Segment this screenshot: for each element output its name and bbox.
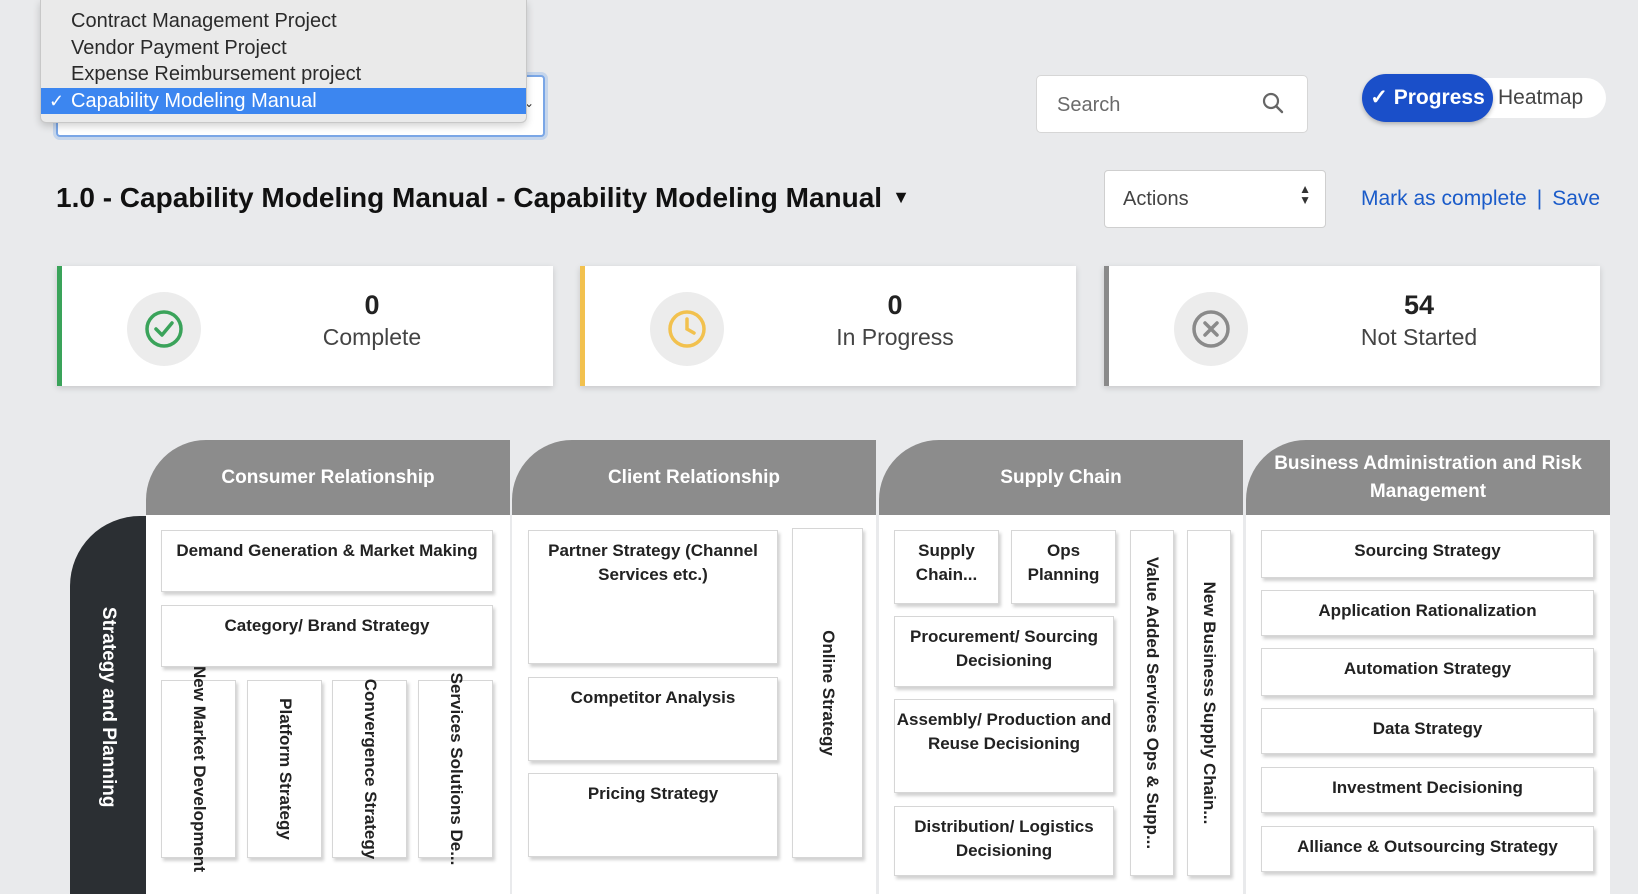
heatmap-toggle-button[interactable]: Heatmap [1498,78,1583,118]
stat-card-not-started: 54 Not Started [1104,266,1600,386]
capability-box-label: New Market Development [189,666,209,872]
dropdown-option[interactable]: Expense Reimbursement project [41,61,526,87]
capability-box-label: Convergence Strategy [360,678,380,860]
row-header-label: Strategy and Planning [98,606,119,808]
actions-select[interactable]: Actions ▲ ▼ [1104,170,1326,228]
stat-label: Not Started [1360,324,1478,350]
caret-down-icon[interactable]: ▼ [892,187,910,208]
column-header-consumer-relationship: Consumer Relationship [146,440,510,515]
capability-box[interactable]: Category/ Brand Strategy [161,605,493,667]
capability-box-vertical[interactable]: Online Strategy [792,528,863,858]
capability-box-vertical[interactable]: Convergence Strategy [332,678,407,860]
capability-box[interactable]: Sourcing Strategy [1261,530,1594,578]
capability-box[interactable]: Automation Strategy [1261,648,1594,696]
save-link[interactable]: Save [1552,187,1600,210]
progress-toggle-button[interactable]: ✓ Progress [1362,74,1493,122]
capability-box[interactable]: Demand Generation & Market Making [161,530,493,592]
column-header-label: Business Administration and Risk Managem… [1274,452,1582,502]
capability-box-label: Online Strategy [818,630,838,756]
capability-box[interactable]: Procurement/ Sourcing Decisioning [894,616,1114,687]
capability-box-label: Services Solutions De... [446,672,466,866]
capability-box-vertical[interactable]: New Market Development [161,666,236,872]
clock-icon [650,292,724,366]
stat-value: 54 [1403,290,1435,320]
capability-box-vertical[interactable]: Services Solutions De... [418,673,493,865]
capability-box-label: Value Added Services Ops & Supp... [1143,556,1162,850]
column-header-label: Consumer Relationship [221,466,435,488]
capability-box[interactable]: Ops Planning [1011,530,1116,604]
link-separator: | [1536,187,1543,210]
search-input[interactable] [1055,90,1259,120]
capability-box[interactable]: Partner Strategy (Channel Services etc.) [528,530,778,664]
capability-box[interactable]: Investment Decisioning [1261,767,1594,813]
search-box[interactable] [1036,75,1308,133]
dropdown-option-label: Capability Modeling Manual [71,90,317,112]
capability-box[interactable]: Data Strategy [1261,708,1594,754]
action-links: Mark as complete | Save [1361,187,1600,211]
column-header-label: Supply Chain [1000,466,1122,488]
stat-label: Complete [322,324,422,350]
capability-box-label: New Business Supply Chain... [1200,581,1219,825]
view-toggle[interactable]: ✓ Progress Heatmap [1362,74,1606,122]
progress-label: Progress [1393,86,1485,109]
page-title-text: 1.0 - Capability Modeling Manual - Capab… [56,182,883,213]
column-header-business-admin: Business Administration and Risk Managem… [1246,440,1610,515]
check-icon: ✓ [49,91,65,111]
capability-box[interactable]: Competitor Analysis [528,677,778,761]
column-header-label: Client Relationship [607,466,781,488]
capability-box[interactable]: Alliance & Outsourcing Strategy [1261,826,1594,872]
status-bar [57,266,62,386]
check-circle-icon [127,292,201,366]
actions-label: Actions [1123,188,1189,210]
sort-arrows-icon: ▲ ▼ [1299,182,1311,207]
mark-complete-link[interactable]: Mark as complete [1361,187,1527,210]
x-circle-icon [1174,292,1248,366]
capability-box-vertical[interactable]: Platform Strategy [247,680,322,858]
dropdown-option-selected[interactable]: ✓ Capability Modeling Manual [41,88,526,114]
capability-box-vertical[interactable]: New Business Supply Chain... [1187,530,1231,876]
status-bar [580,266,585,386]
capability-box-label: Platform Strategy [275,698,295,840]
capability-box[interactable]: Supply Chain... [894,530,999,604]
status-bar [1104,266,1109,386]
capability-box-vertical[interactable]: Value Added Services Ops & Supp... [1130,530,1174,876]
dropdown-option[interactable]: Vendor Payment Project [41,35,526,61]
capability-box[interactable]: Pricing Strategy [528,773,778,857]
project-dropdown-menu: Contract Management Project Vendor Payme… [40,0,527,123]
dropdown-option[interactable]: Contract Management Project [41,8,526,34]
capability-box[interactable]: Distribution/ Logistics Decisioning [894,806,1114,876]
check-icon: ✓ [1370,86,1388,109]
capability-box[interactable]: Application Rationalization [1261,590,1594,636]
stat-value: 0 [364,290,380,320]
stat-card-in-progress: 0 In Progress [580,266,1076,386]
stat-value: 0 [887,290,903,320]
search-icon[interactable] [1261,91,1285,115]
stat-label: In Progress [836,324,954,350]
stat-card-complete: 0 Complete [57,266,553,386]
capability-box[interactable]: Assembly/ Production and Reuse Decisioni… [894,699,1114,793]
row-header-strategy-planning: Strategy and Planning [70,516,146,894]
column-header-supply-chain: Supply Chain [879,440,1243,515]
page-title[interactable]: 1.0 - Capability Modeling Manual - Capab… [56,182,910,214]
column-header-client-relationship: Client Relationship [512,440,876,515]
